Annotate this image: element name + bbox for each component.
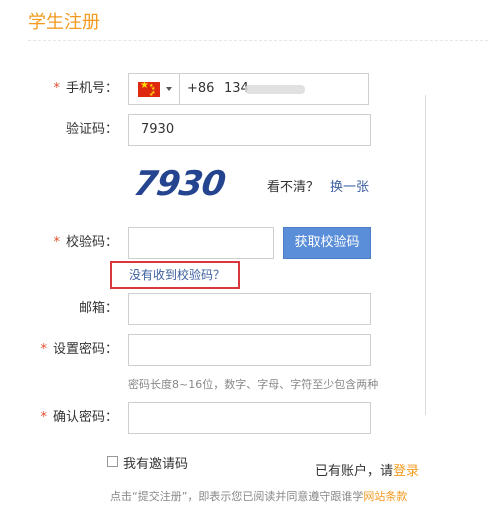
- phone-label-text: 手机号：: [65, 81, 118, 96]
- email-label: 邮箱：: [78, 301, 118, 316]
- email-field[interactable]: [128, 293, 371, 325]
- verify-code-label-text: 校验码：: [65, 235, 118, 250]
- title-divider: [28, 40, 488, 41]
- column-divider: [425, 95, 426, 415]
- invite-checkbox[interactable]: [107, 456, 118, 467]
- verify-code-input[interactable]: [128, 227, 274, 259]
- captcha-image[interactable]: 7930: [131, 160, 234, 208]
- confirm-password-label-text: 确认密码：: [52, 410, 118, 425]
- terms-notice: 点击“提交注册”，即表示您已阅读并同意遵守跟谁学网站条款: [110, 488, 407, 504]
- captcha-image-text: 7930: [131, 164, 228, 204]
- required-mark: *: [53, 81, 60, 96]
- invite-label[interactable]: 我有邀请码: [123, 453, 188, 472]
- has-account-text: 已有账户，请登录: [315, 460, 419, 479]
- captcha-refresh-link[interactable]: 换一张: [330, 176, 369, 195]
- password-label: * 设置密码：: [0, 341, 118, 359]
- china-flag-icon: ★ ★ ★ ★ ★: [138, 82, 160, 97]
- verify-code-label: * 校验码：: [0, 234, 118, 252]
- captcha-label: 验证码：: [65, 122, 118, 137]
- phone-field[interactable]: ★ ★ ★ ★ ★ +86 134: [128, 73, 369, 105]
- captcha-input-value: 7930: [141, 122, 175, 137]
- has-account-prompt: 已有账户，请: [315, 464, 394, 479]
- required-mark: *: [53, 235, 60, 250]
- captcha-input[interactable]: 7930: [128, 114, 371, 146]
- captcha-hint: 看不清？: [267, 180, 320, 195]
- login-link[interactable]: 登录: [393, 464, 419, 479]
- page-title: 学生注册: [28, 12, 100, 33]
- country-code: +86: [187, 81, 215, 96]
- required-mark: *: [40, 342, 47, 357]
- phone-redacted-digits: [245, 85, 305, 94]
- password-hint: 密码长度8~16位，数字、字母、字符至少包含两种: [128, 378, 379, 391]
- confirm-password-field[interactable]: [128, 402, 371, 434]
- caret-down-icon: [166, 87, 172, 91]
- no-code-link[interactable]: 没有收到校验码？: [129, 266, 225, 283]
- get-code-button[interactable]: 获取校验码: [283, 227, 371, 259]
- password-label-text: 设置密码：: [52, 342, 118, 357]
- confirm-password-label: * 确认密码：: [0, 409, 118, 427]
- phone-label: * 手机号：: [0, 80, 118, 98]
- terms-link[interactable]: 网站条款: [363, 490, 407, 503]
- country-select[interactable]: ★ ★ ★ ★ ★: [129, 74, 180, 104]
- password-field[interactable]: [128, 334, 371, 366]
- terms-prefix: 点击“提交注册”，即表示您已阅读并同意遵守跟谁学: [110, 490, 364, 503]
- required-mark: *: [40, 410, 47, 425]
